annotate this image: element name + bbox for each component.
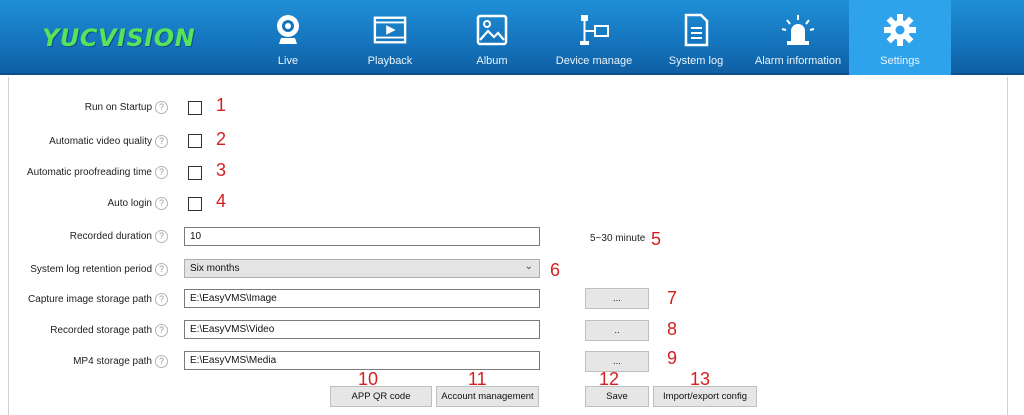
help-icon[interactable]: ? — [155, 197, 168, 210]
marker-2: 2 — [216, 129, 227, 149]
recorded-duration-hint: 5~30 minute — [590, 233, 646, 244]
app-qr-code-button[interactable]: APP QR code — [330, 386, 432, 407]
nav-system-log[interactable]: System log — [645, 0, 747, 75]
nav-alarm-information-label: Alarm information — [754, 55, 842, 67]
account-management-button[interactable]: Account management — [436, 386, 539, 407]
capture-path-input[interactable] — [184, 289, 540, 308]
marker-9: 9 — [667, 348, 678, 368]
network-device-icon — [577, 12, 611, 48]
capture-path-browse-button[interactable]: ... — [585, 288, 649, 309]
marker-6: 6 — [550, 260, 561, 280]
nav-live[interactable]: Live — [237, 0, 339, 75]
help-icon[interactable]: ? — [155, 135, 168, 148]
webcam-icon — [271, 12, 305, 48]
recorded-path-input[interactable] — [184, 320, 540, 339]
capture-path-label: Capture image storage path — [28, 294, 152, 305]
nav-playback-label: Playback — [367, 55, 413, 67]
film-play-icon — [373, 12, 407, 48]
gear-icon — [883, 12, 917, 48]
help-icon[interactable]: ? — [155, 263, 168, 276]
auto-login-checkbox[interactable] — [188, 197, 202, 211]
log-retention-value: Six months — [190, 263, 240, 274]
nav-playback[interactable]: Playback — [339, 0, 441, 75]
recorded-path-browse-button[interactable]: .. — [585, 320, 649, 341]
nav-live-label: Live — [277, 55, 299, 67]
nav-album-label: Album — [476, 55, 508, 67]
mp4-path-label: MP4 storage path — [73, 356, 152, 367]
auto-proofreading-time-label: Automatic proofreading time — [26, 167, 152, 178]
marker-8: 8 — [667, 319, 678, 339]
marker-7: 7 — [667, 288, 678, 308]
recorded-duration-label: Recorded duration — [69, 231, 152, 242]
save-button[interactable]: Save — [585, 386, 649, 407]
nav-device-manage-label: Device manage — [555, 55, 633, 67]
nav-settings[interactable]: Settings — [849, 0, 951, 75]
chevron-down-icon: ⌄ — [524, 261, 533, 272]
help-icon[interactable]: ? — [155, 101, 168, 114]
brand-logo: YUCVISION — [42, 24, 196, 52]
marker-5: 5 — [651, 229, 662, 249]
run-on-startup-checkbox[interactable] — [188, 101, 202, 115]
help-icon[interactable]: ? — [155, 293, 168, 306]
nav-album[interactable]: Album — [441, 0, 543, 75]
auto-video-quality-label: Automatic video quality — [49, 136, 152, 147]
recorded-path-label: Recorded storage path — [50, 325, 152, 336]
marker-4: 4 — [216, 191, 227, 211]
marker-1: 1 — [216, 95, 227, 115]
nav-settings-label: Settings — [880, 55, 920, 67]
auto-login-label: Auto login — [107, 198, 152, 209]
help-icon[interactable]: ? — [155, 324, 168, 337]
help-icon[interactable]: ? — [155, 230, 168, 243]
siren-icon — [781, 12, 815, 48]
auto-proofreading-time-checkbox[interactable] — [188, 166, 202, 180]
help-icon[interactable]: ? — [155, 166, 168, 179]
image-icon — [475, 12, 509, 48]
document-icon — [679, 12, 713, 48]
nav-system-log-label: System log — [668, 55, 724, 67]
marker-3: 3 — [216, 160, 227, 180]
log-retention-label: System log retention period — [30, 264, 152, 275]
mp4-path-input[interactable] — [184, 351, 540, 370]
nav-alarm-information[interactable]: Alarm information — [747, 0, 849, 75]
nav-device-manage[interactable]: Device manage — [543, 0, 645, 75]
auto-video-quality-checkbox[interactable] — [188, 134, 202, 148]
log-retention-select[interactable]: Six months ⌄ — [184, 259, 540, 278]
help-icon[interactable]: ? — [155, 355, 168, 368]
top-navigation-bar: YUCVISION Live Playback Album Device man… — [0, 0, 1024, 75]
import-export-config-button[interactable]: Import/export config — [653, 386, 757, 407]
run-on-startup-label: Run on Startup — [84, 102, 152, 113]
recorded-duration-input[interactable] — [184, 227, 540, 246]
